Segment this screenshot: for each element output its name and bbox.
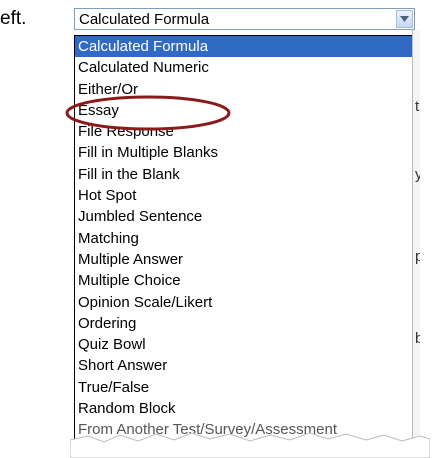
- torn-edge: [70, 432, 430, 458]
- highlight-ellipse: [65, 95, 231, 131]
